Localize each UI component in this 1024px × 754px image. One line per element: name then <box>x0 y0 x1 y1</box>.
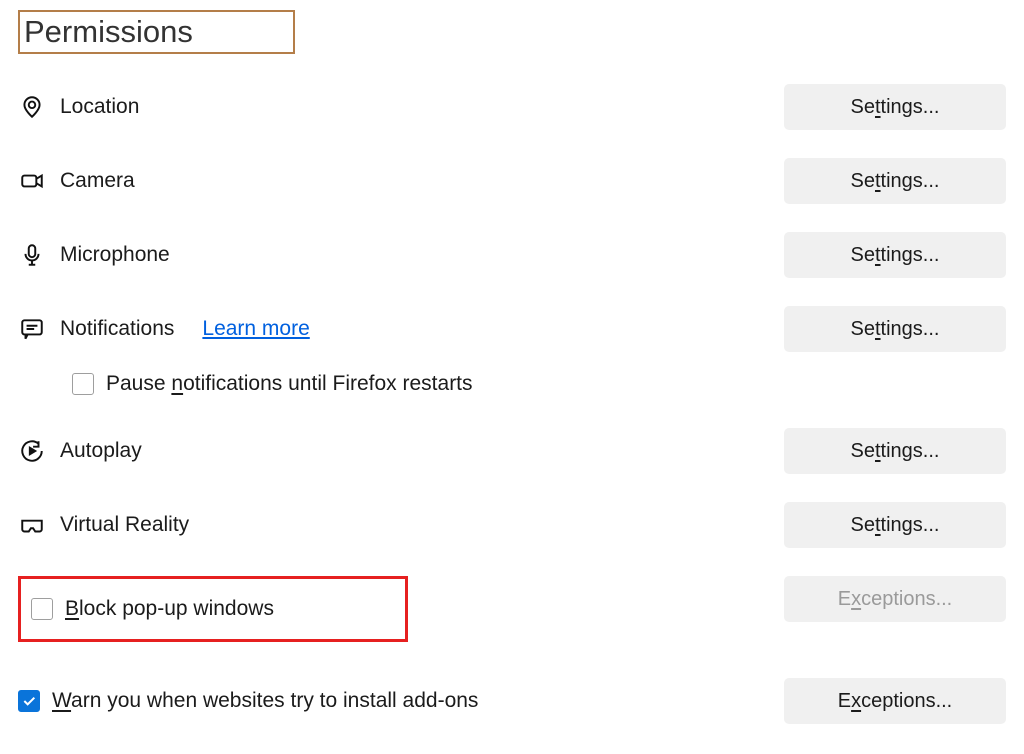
block-popups-exceptions-button[interactable]: Exceptions... <box>784 576 1006 622</box>
location-pin-icon <box>18 93 46 121</box>
location-label: Location <box>60 95 139 119</box>
microphone-settings-button[interactable]: Settings... <box>784 232 1006 278</box>
pause-notifications-checkbox[interactable] <box>72 373 94 395</box>
warn-addons-row: Warn you when websites try to install ad… <box>18 678 1006 724</box>
notifications-label: Notifications <box>60 317 174 341</box>
warn-addons-checkbox[interactable] <box>18 690 40 712</box>
warn-addons-exceptions-button[interactable]: Exceptions... <box>784 678 1006 724</box>
section-title: Permissions <box>18 10 295 54</box>
block-popups-highlight: Block pop-up windows <box>18 576 408 642</box>
permission-row-microphone: Microphone Settings... <box>18 232 1006 278</box>
camera-label: Camera <box>60 169 135 193</box>
permission-row-notifications: Notifications Learn more Settings... <box>18 306 1006 352</box>
pause-notifications-row: Pause notifications until Firefox restar… <box>72 372 1006 396</box>
microphone-icon <box>18 241 46 269</box>
autoplay-settings-button[interactable]: Settings... <box>784 428 1006 474</box>
permission-row-location: Location Settings... <box>18 84 1006 130</box>
vr-settings-button[interactable]: Settings... <box>784 502 1006 548</box>
permission-row-vr: Virtual Reality Settings... <box>18 502 1006 548</box>
autoplay-label: Autoplay <box>60 439 142 463</box>
warn-addons-label: Warn you when websites try to install ad… <box>52 689 478 713</box>
pause-notifications-label: Pause notifications until Firefox restar… <box>106 372 473 396</box>
block-popups-checkbox[interactable] <box>31 598 53 620</box>
microphone-label: Microphone <box>60 243 170 267</box>
permission-row-autoplay: Autoplay Settings... <box>18 428 1006 474</box>
camera-settings-button[interactable]: Settings... <box>784 158 1006 204</box>
notifications-learn-more-link[interactable]: Learn more <box>202 317 309 341</box>
permission-row-camera: Camera Settings... <box>18 158 1006 204</box>
notifications-settings-button[interactable]: Settings... <box>784 306 1006 352</box>
block-popups-label: Block pop-up windows <box>65 597 274 621</box>
vr-label: Virtual Reality <box>60 513 189 537</box>
camera-icon <box>18 167 46 195</box>
speech-bubble-icon <box>18 315 46 343</box>
vr-headset-icon <box>18 511 46 539</box>
autoplay-icon <box>18 437 46 465</box>
location-settings-button[interactable]: Settings... <box>784 84 1006 130</box>
